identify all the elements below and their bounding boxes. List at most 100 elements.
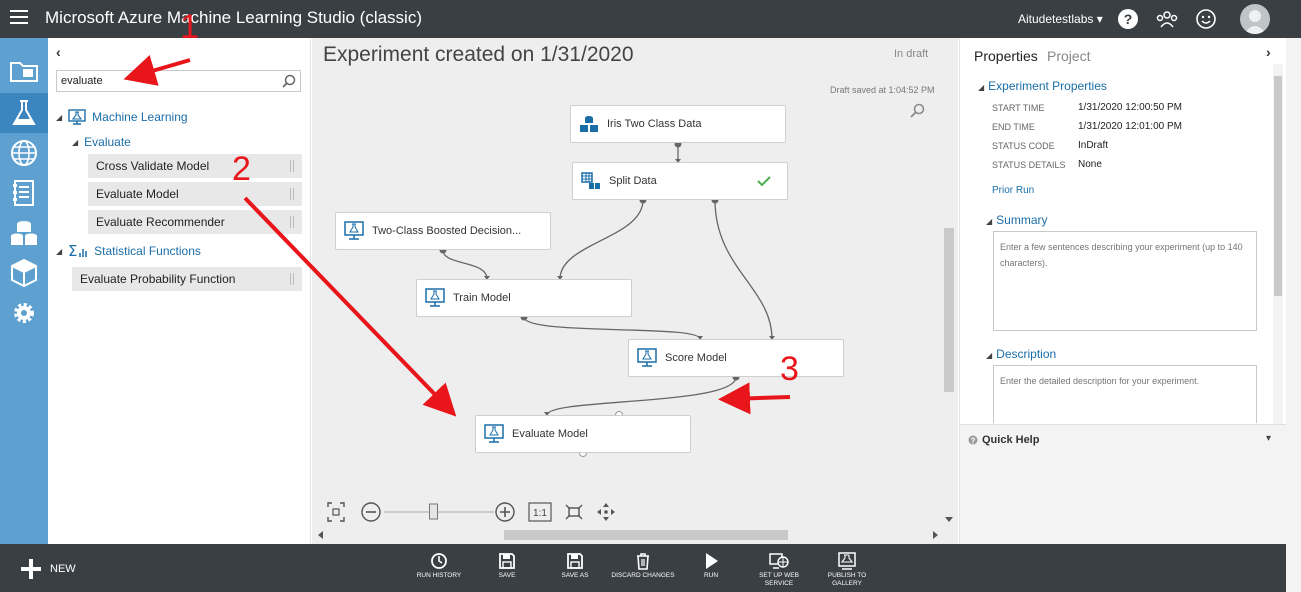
- canvas-horizontal-scrollbar[interactable]: [504, 530, 788, 540]
- dataset-icon: [580, 116, 598, 132]
- category-statistical-functions[interactable]: ◢ Σ Statistical Functions: [56, 243, 201, 259]
- category-evaluate[interactable]: ◢ Evaluate: [72, 135, 131, 149]
- tab-properties[interactable]: Properties: [974, 48, 1038, 64]
- command-label: SAVE: [498, 572, 516, 579]
- save-icon: [499, 553, 515, 569]
- palette-item-label: Evaluate Recommender: [96, 215, 225, 229]
- edge-split-to-train: [559, 199, 644, 280]
- save-as-icon: [567, 553, 583, 569]
- model-icon: [484, 424, 504, 443]
- field-value: None: [1078, 159, 1102, 170]
- expand-triangle-icon: ◢: [56, 112, 63, 122]
- scroll-left-arrow-icon[interactable]: [316, 530, 326, 540]
- command-label: SAVE AS: [561, 572, 589, 579]
- save-button[interactable]: SAVE: [472, 552, 542, 580]
- module-iris-two-class-data[interactable]: Iris Two Class Data: [570, 105, 786, 143]
- prior-run-link[interactable]: Prior Run: [992, 185, 1034, 196]
- scroll-down-arrow-icon[interactable]: [944, 514, 954, 524]
- scroll-right-arrow-icon[interactable]: [930, 530, 940, 540]
- tab-project[interactable]: Project: [1047, 48, 1091, 64]
- module-label: Evaluate Model: [512, 428, 588, 440]
- zoom-in-icon[interactable]: [495, 502, 515, 522]
- datasets-nav-icon[interactable]: [0, 213, 48, 253]
- web-services-nav-icon[interactable]: [0, 133, 48, 173]
- trained-models-nav-icon[interactable]: [0, 253, 48, 293]
- trash-icon: [637, 553, 649, 570]
- page-scrollbar[interactable]: [1286, 38, 1301, 592]
- chevron-down-icon[interactable]: ▾: [1266, 433, 1271, 444]
- palette-item-evaluate-recommender[interactable]: Evaluate Recommender: [88, 210, 302, 234]
- field-label: END TIME: [992, 122, 1035, 132]
- drag-grip-icon[interactable]: [290, 273, 294, 285]
- new-button[interactable]: NEW: [20, 558, 76, 580]
- publish-to-gallery-button[interactable]: PUBLISH TO GALLERY: [812, 552, 882, 588]
- palette-search-input[interactable]: [57, 71, 277, 91]
- zoom-controls: 1:1: [327, 502, 615, 522]
- hamburger-menu-icon[interactable]: [10, 10, 28, 26]
- expand-triangle-icon: ◢: [986, 351, 993, 360]
- section-title: Description: [996, 347, 1057, 361]
- category-label: Statistical Functions: [94, 244, 201, 258]
- module-train-model[interactable]: Train Model: [416, 279, 632, 317]
- model-icon: [344, 221, 364, 240]
- run-button[interactable]: RUN: [676, 552, 746, 580]
- run-history-button[interactable]: RUN HISTORY: [404, 552, 474, 580]
- description-textarea[interactable]: [993, 365, 1257, 423]
- category-label: Evaluate: [84, 135, 131, 149]
- module-label: Score Model: [665, 352, 727, 364]
- summary-textarea[interactable]: [993, 231, 1257, 331]
- drag-grip-icon[interactable]: [290, 188, 294, 200]
- field-value: InDraft: [1078, 140, 1109, 151]
- zoom-slider-handle[interactable]: [429, 503, 438, 520]
- discard-changes-button[interactable]: DISCARD CHANGES: [608, 552, 678, 580]
- drag-grip-icon[interactable]: [290, 216, 294, 228]
- palette-item-evaluate-model[interactable]: Evaluate Model: [88, 182, 302, 206]
- quick-help-title[interactable]: Quick Help: [982, 434, 1039, 446]
- history-icon: [431, 553, 447, 569]
- expand-triangle-icon: ◢: [72, 137, 79, 147]
- properties-scrollbar[interactable]: [1273, 64, 1283, 424]
- palette-item-evaluate-probability-function[interactable]: Evaluate Probability Function: [72, 267, 302, 291]
- section-summary[interactable]: ◢ Summary: [986, 213, 1048, 227]
- pan-move-icon[interactable]: [597, 503, 615, 521]
- projects-nav-icon[interactable]: [0, 50, 48, 90]
- module-evaluate-model[interactable]: Evaluate Model: [475, 415, 691, 453]
- zoom-out-icon[interactable]: [361, 502, 381, 522]
- web-service-icon: [769, 553, 789, 569]
- success-checkmark-icon: [757, 176, 771, 187]
- module-split-data[interactable]: Split Data: [572, 162, 788, 200]
- collapse-palette-chevron-icon[interactable]: ‹: [56, 44, 61, 60]
- field-label: STATUS DETAILS: [992, 160, 1066, 170]
- search-icon[interactable]: [282, 74, 296, 88]
- section-experiment-properties[interactable]: ◢ Experiment Properties: [978, 79, 1107, 93]
- experiment-canvas[interactable]: Experiment created on 1/31/2020 In draft…: [312, 38, 958, 544]
- palette-search: [56, 70, 301, 92]
- save-as-button[interactable]: SAVE AS: [540, 552, 610, 580]
- settings-gear-icon[interactable]: [0, 293, 48, 333]
- properties-scroll-thumb[interactable]: [1274, 76, 1282, 296]
- annotation-number-1: 1: [180, 8, 199, 46]
- feedback-smiley-icon[interactable]: [1194, 7, 1218, 31]
- canvas-vertical-scrollbar[interactable]: [944, 228, 954, 392]
- fit-to-screen-icon[interactable]: [327, 502, 345, 522]
- set-up-web-service-button[interactable]: SET UP WEB SERVICE: [744, 552, 814, 588]
- community-icon[interactable]: [1155, 7, 1179, 31]
- user-avatar[interactable]: [1240, 4, 1270, 34]
- drag-grip-icon[interactable]: [290, 160, 294, 172]
- collapse-properties-chevron-icon[interactable]: ›: [1266, 44, 1271, 60]
- actual-size-icon[interactable]: 1:1: [528, 502, 552, 522]
- section-title: Summary: [996, 213, 1048, 227]
- help-icon[interactable]: ?: [1116, 7, 1140, 31]
- fit-selection-icon[interactable]: [565, 504, 583, 520]
- edge-boosted-to-train: [442, 249, 488, 280]
- workspace-selector[interactable]: Aitudetestlabs ▾: [1018, 12, 1103, 26]
- notebooks-nav-icon[interactable]: [0, 173, 48, 213]
- section-description[interactable]: ◢ Description: [986, 347, 1056, 361]
- module-score-model[interactable]: Score Model: [628, 339, 844, 377]
- svg-text:Σ: Σ: [68, 243, 77, 259]
- experiments-nav-icon[interactable]: [0, 93, 48, 133]
- category-machine-learning[interactable]: ◢ Machine Learning: [56, 109, 188, 125]
- module-palette: ‹ ◢ Machine Learning ◢ Evaluate Cross Va…: [48, 38, 311, 544]
- palette-item-cross-validate-model[interactable]: Cross Validate Model: [88, 154, 302, 178]
- module-two-class-boosted-decision-tree[interactable]: Two-Class Boosted Decision...: [335, 212, 551, 250]
